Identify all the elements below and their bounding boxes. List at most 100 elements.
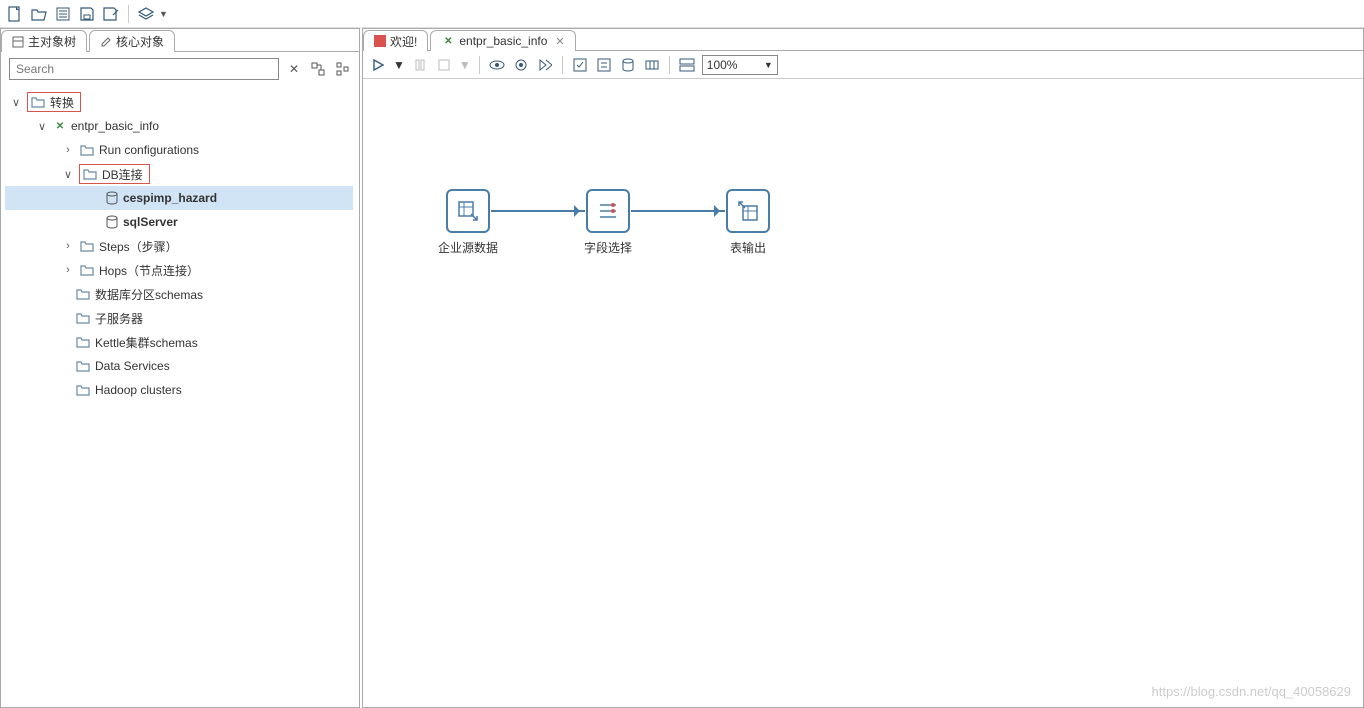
run-dropdown[interactable]: ▼ [393, 58, 405, 72]
expand-icon[interactable]: › [61, 240, 75, 252]
tab-main-tree[interactable]: 主对象树 [1, 30, 87, 52]
stop-dropdown[interactable]: ▼ [459, 58, 471, 72]
chevron-down-icon: ▼ [764, 60, 773, 70]
verify-icon[interactable] [571, 56, 589, 74]
expand-icon[interactable]: › [61, 144, 75, 156]
tree-icon [12, 36, 24, 48]
folder-icon [75, 359, 91, 373]
folder-icon [30, 95, 46, 109]
explore-icon[interactable] [643, 56, 661, 74]
impact-icon[interactable] [595, 56, 613, 74]
editor-tabs: 欢迎! ✕ entpr_basic_info ✕ [363, 29, 1363, 51]
canvas-node[interactable]: 企业源数据 [423, 189, 513, 256]
database-icon [105, 215, 119, 229]
separator [479, 56, 480, 74]
expand-icon[interactable]: › [61, 264, 75, 276]
tree-subserver-row[interactable]: 子服务器 [5, 306, 353, 330]
tab-label: 核心对象 [116, 33, 164, 50]
expand-icon[interactable]: ∨ [9, 96, 23, 109]
tree-label: 子服务器 [95, 310, 143, 327]
new-icon[interactable] [6, 5, 24, 23]
folder-icon [82, 167, 98, 181]
zoom-select[interactable]: 100% ▼ [702, 55, 778, 75]
collapse-tree-icon[interactable] [333, 60, 351, 78]
open-icon[interactable] [30, 5, 48, 23]
tab-transformation[interactable]: ✕ entpr_basic_info ✕ [430, 30, 575, 51]
tree-trans-row[interactable]: ∨ ✕ entpr_basic_info [5, 114, 353, 138]
tree-label: Steps（步骤） [99, 238, 178, 255]
tree-db-item[interactable]: cespimp_hazard [5, 186, 353, 210]
folder-icon [79, 263, 95, 277]
welcome-icon [374, 35, 386, 47]
tree-dataservices-row[interactable]: Data Services [5, 354, 353, 378]
close-icon[interactable]: ✕ [555, 35, 564, 48]
tab-welcome[interactable]: 欢迎! [363, 30, 428, 51]
highlight-root: 转换 [27, 92, 81, 112]
canvas-node[interactable]: 表输出 [703, 189, 793, 256]
preview-icon[interactable] [488, 56, 506, 74]
search-box[interactable] [9, 58, 279, 80]
transformation-icon: ✕ [441, 34, 455, 48]
pencil-icon [100, 36, 112, 48]
stop-icon[interactable] [435, 56, 453, 74]
separator [669, 56, 670, 74]
table-output-icon[interactable] [726, 189, 770, 233]
select-values-icon[interactable] [586, 189, 630, 233]
canvas-toolbar: ▼ ▼ 100% ▼ [363, 51, 1363, 79]
separator [562, 56, 563, 74]
tree-hops-row[interactable]: › Hops（节点连接） [5, 258, 353, 282]
tree-db-item[interactable]: sqlServer [5, 210, 353, 234]
debug-icon[interactable] [512, 56, 530, 74]
watermark: https://blog.csdn.net/qq_40058629 [1152, 684, 1352, 699]
list-icon[interactable] [54, 5, 72, 23]
tree-hadoop-row[interactable]: Hadoop clusters [5, 378, 353, 402]
tree-label: Run configurations [99, 143, 199, 157]
expand-icon[interactable]: ∨ [35, 120, 49, 133]
layers-icon[interactable] [137, 5, 155, 23]
results-icon[interactable] [678, 56, 696, 74]
database-icon [105, 191, 119, 205]
tab-core-objects[interactable]: 核心对象 [89, 30, 175, 52]
replay-icon[interactable] [536, 56, 554, 74]
tree-cluster-row[interactable]: Kettle集群schemas [5, 330, 353, 354]
tree-label: sqlServer [123, 215, 178, 229]
search-input[interactable] [16, 62, 272, 76]
left-panel: 主对象树 核心对象 ✕ ∨ 转换 ∨ [0, 28, 360, 708]
pause-icon[interactable] [411, 56, 429, 74]
tree-schemas-row[interactable]: 数据库分区schemas [5, 282, 353, 306]
transformation-icon: ✕ [53, 119, 67, 133]
tree-label: Data Services [95, 359, 170, 373]
folder-icon [75, 287, 91, 301]
run-icon[interactable] [369, 56, 387, 74]
tree-root-row[interactable]: ∨ 转换 [5, 90, 353, 114]
sql-icon[interactable] [619, 56, 637, 74]
folder-icon [79, 239, 95, 253]
node-label: 企业源数据 [423, 239, 513, 256]
expand-tree-icon[interactable] [309, 60, 327, 78]
search-row: ✕ [1, 51, 359, 86]
table-input-icon[interactable] [446, 189, 490, 233]
tree-steps-row[interactable]: › Steps（步骤） [5, 234, 353, 258]
tree-label: 数据库分区schemas [95, 286, 203, 303]
canvas[interactable]: 企业源数据 字段选择 表输出 https://blog.csdn.net/qq_… [363, 79, 1363, 707]
separator [128, 5, 129, 23]
tree-label: entpr_basic_info [71, 119, 159, 133]
left-tabs: 主对象树 核心对象 [1, 29, 359, 51]
clear-search-icon[interactable]: ✕ [285, 60, 303, 78]
node-label: 字段选择 [563, 239, 653, 256]
toolbar-dropdown[interactable]: ▼ [159, 9, 168, 19]
zoom-value: 100% [707, 58, 738, 72]
save-icon[interactable] [78, 5, 96, 23]
tree-runconf-row[interactable]: › Run configurations [5, 138, 353, 162]
save-as-icon[interactable] [102, 5, 120, 23]
folder-icon [75, 383, 91, 397]
canvas-node[interactable]: 字段选择 [563, 189, 653, 256]
tab-label: 主对象树 [28, 33, 76, 50]
object-tree: ∨ 转换 ∨ ✕ entpr_basic_info › Run configur… [1, 86, 359, 707]
tree-label: Hops（节点连接） [99, 262, 199, 279]
folder-icon [75, 311, 91, 325]
right-panel: 欢迎! ✕ entpr_basic_info ✕ ▼ ▼ [362, 28, 1364, 708]
expand-icon[interactable]: ∨ [61, 168, 75, 181]
tree-label: 转换 [50, 94, 74, 111]
tree-dbconn-row[interactable]: ∨ DB连接 [5, 162, 353, 186]
